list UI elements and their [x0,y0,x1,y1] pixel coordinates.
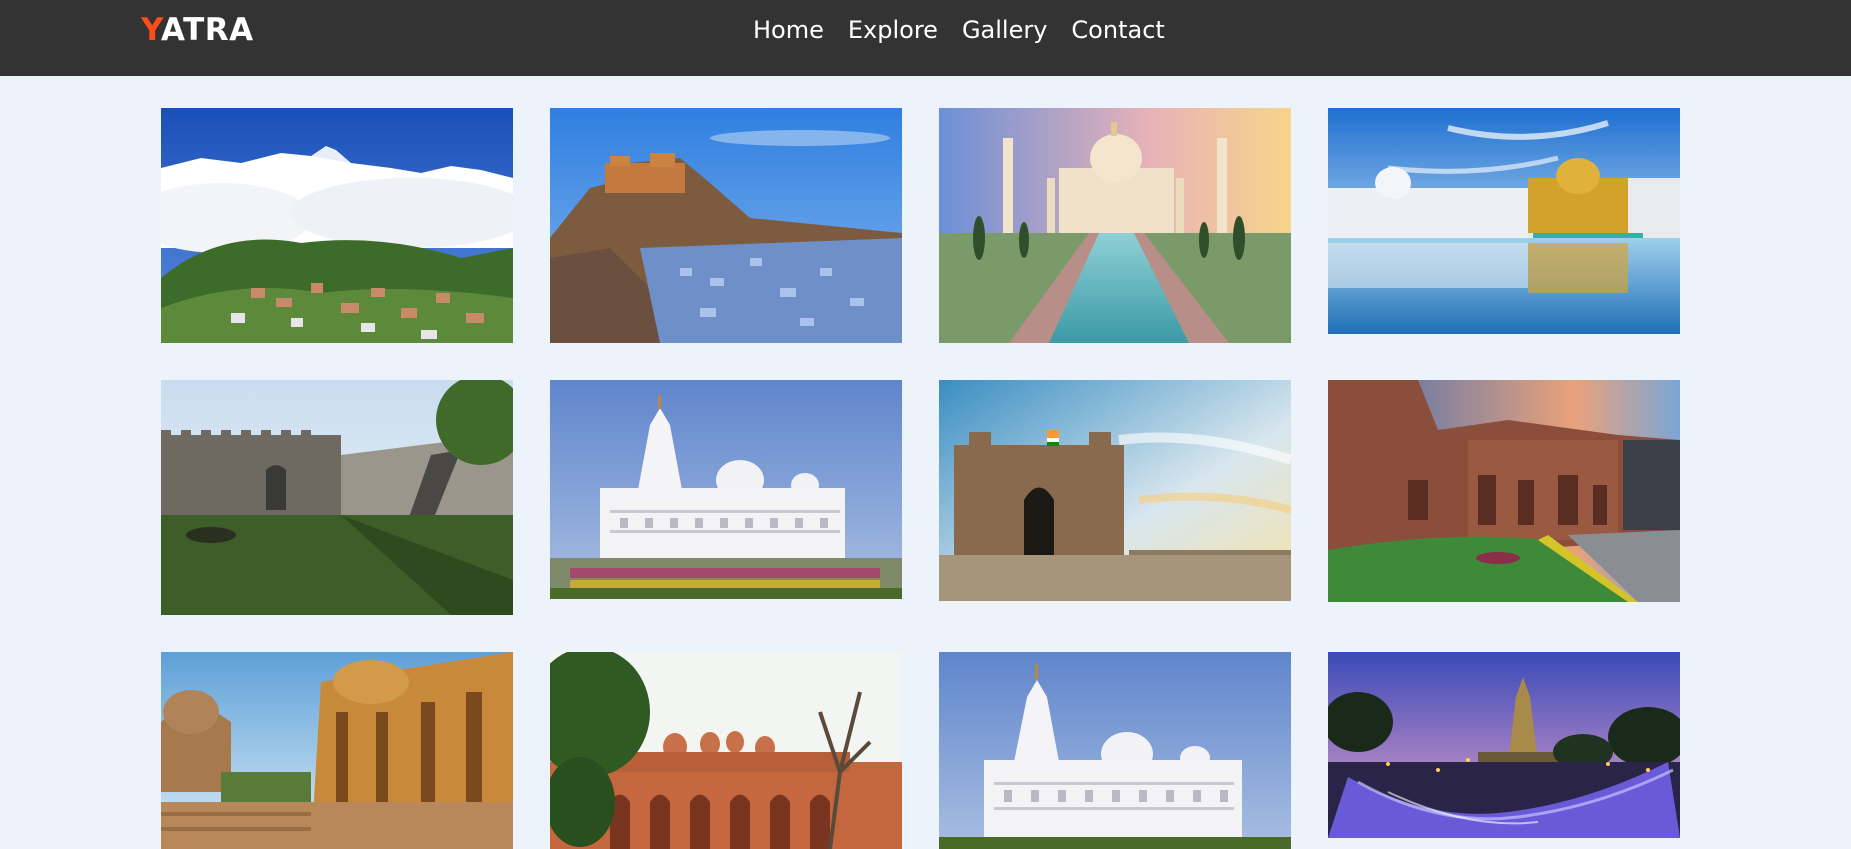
stone-fort-photo [161,380,513,615]
red-sandstone-palace-photo [550,652,902,849]
gallery-image-temple-night[interactable] [1328,652,1680,838]
gallery-image-rock-caves[interactable] [1328,380,1680,602]
golden-temple-photo [1328,108,1680,334]
temple-night-photo [1328,652,1680,838]
rock-caves-photo [1328,380,1680,602]
white-temple-photo-2 [939,652,1291,849]
gateway-of-india-photo [939,380,1291,601]
gallery-image-stone-fort[interactable] [161,380,513,615]
hill-fort-photo [550,108,902,343]
nav-item-contact[interactable]: Contact [1071,12,1164,48]
nav-item-explore[interactable]: Explore [848,12,938,48]
nav-item-home[interactable]: Home [753,12,824,48]
brand-logo-text: ATRA [160,12,254,48]
mountain-town-photo [161,108,513,343]
main-nav: Home Explore Gallery Contact [753,12,1189,48]
brand-logo-accent-letter: Y [141,12,161,48]
gallery-image-gateway-of-india[interactable] [939,380,1291,601]
gallery-image-taj-mahal[interactable] [939,108,1291,343]
brand-logo[interactable]: YATRA [141,10,254,50]
gallery-image-golden-temple[interactable] [1328,108,1680,334]
gallery-image-red-sandstone-palace[interactable] [550,652,902,849]
taj-mahal-photo [939,108,1291,343]
gallery-image-sandstone-chhatris[interactable] [161,652,513,849]
sandstone-chhatris-photo [161,652,513,849]
gallery-image-mountain-town[interactable] [161,108,513,343]
gallery-image-white-temple[interactable] [550,380,902,599]
top-navigation-bar: YATRA Home Explore Gallery Contact [0,0,1851,76]
gallery-image-white-temple-2[interactable] [939,652,1291,849]
white-temple-photo [550,380,902,599]
gallery-image-hill-fort[interactable] [550,108,902,343]
photo-gallery [0,0,1851,849]
nav-item-gallery[interactable]: Gallery [962,12,1047,48]
